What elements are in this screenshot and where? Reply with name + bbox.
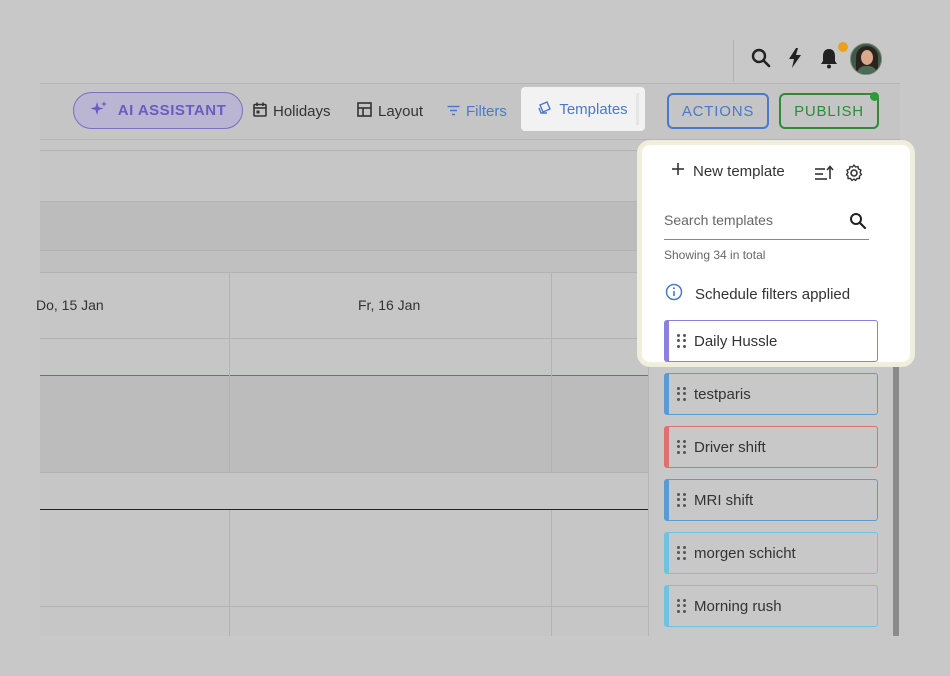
templates-button-edge bbox=[636, 93, 639, 125]
templates-label: Templates bbox=[559, 100, 628, 118]
template-search-input[interactable] bbox=[664, 212, 844, 228]
template-card[interactable]: Driver shift bbox=[664, 426, 878, 468]
grid-band bbox=[40, 376, 648, 472]
templates-icon bbox=[538, 100, 553, 119]
layout-label: Layout bbox=[378, 102, 424, 120]
filters-label: Filters bbox=[466, 102, 507, 120]
template-card[interactable]: MRI shift bbox=[664, 479, 878, 521]
new-template-label: New template bbox=[693, 162, 785, 180]
template-name: morgen schicht bbox=[694, 544, 796, 562]
template-card[interactable]: Morning rush bbox=[664, 585, 878, 627]
drag-handle-icon[interactable] bbox=[677, 387, 686, 401]
filters-button[interactable]: Filters bbox=[447, 100, 507, 122]
template-name: Daily Hussle bbox=[694, 332, 778, 350]
header-divider bbox=[733, 40, 734, 82]
filters-notice: Schedule filters applied bbox=[665, 283, 850, 305]
template-name: testparis bbox=[694, 385, 751, 403]
template-card[interactable]: testparis bbox=[664, 373, 878, 415]
search-icon[interactable] bbox=[747, 44, 775, 72]
sort-icon[interactable] bbox=[814, 164, 834, 187]
template-card[interactable]: Daily Hussle bbox=[664, 320, 878, 362]
grid-band bbox=[40, 201, 648, 250]
drag-handle-icon[interactable] bbox=[677, 334, 686, 348]
search-icon[interactable] bbox=[849, 212, 867, 235]
actions-button[interactable]: ACTIONS bbox=[667, 93, 769, 129]
section-divider bbox=[40, 509, 648, 510]
day-header-thursday: Do, 15 Jan bbox=[36, 297, 104, 313]
plus-icon bbox=[671, 162, 685, 180]
avatar[interactable] bbox=[850, 43, 882, 75]
info-icon bbox=[665, 283, 683, 305]
drag-handle-icon[interactable] bbox=[677, 599, 686, 613]
publish-button[interactable]: PUBLISH bbox=[779, 93, 879, 129]
template-name: Driver shift bbox=[694, 438, 766, 456]
calendar-icon bbox=[253, 102, 267, 121]
template-count: Showing 34 in total bbox=[664, 248, 766, 262]
ai-assistant-label: AI ASSISTANT bbox=[117, 102, 227, 119]
layout-icon bbox=[357, 101, 372, 121]
drag-handle-icon[interactable] bbox=[677, 546, 686, 560]
filters-notice-label: Schedule filters applied bbox=[695, 285, 851, 303]
gear-icon[interactable] bbox=[845, 164, 863, 187]
publish-status-dot bbox=[870, 92, 879, 101]
holidays-label: Holidays bbox=[273, 102, 331, 120]
sparkle-icon bbox=[90, 100, 108, 122]
drag-handle-icon[interactable] bbox=[677, 440, 686, 454]
new-template-button[interactable]: New template bbox=[671, 162, 785, 180]
ai-assistant-button[interactable]: AI ASSISTANT bbox=[73, 92, 243, 129]
schedule-grid bbox=[40, 140, 648, 636]
template-name: MRI shift bbox=[694, 491, 754, 509]
lightning-icon[interactable] bbox=[781, 44, 809, 72]
day-header-friday: Fr, 16 Jan bbox=[358, 297, 421, 313]
template-name: Morning rush bbox=[694, 597, 782, 615]
templates-button[interactable]: Templates bbox=[521, 87, 645, 131]
template-card[interactable]: morgen schicht bbox=[664, 532, 878, 574]
holidays-button[interactable]: Holidays bbox=[253, 100, 331, 122]
filter-icon bbox=[447, 103, 460, 120]
template-search bbox=[664, 206, 869, 240]
notification-dot bbox=[838, 42, 848, 52]
drag-handle-icon[interactable] bbox=[677, 493, 686, 507]
layout-button[interactable]: Layout bbox=[357, 100, 423, 122]
